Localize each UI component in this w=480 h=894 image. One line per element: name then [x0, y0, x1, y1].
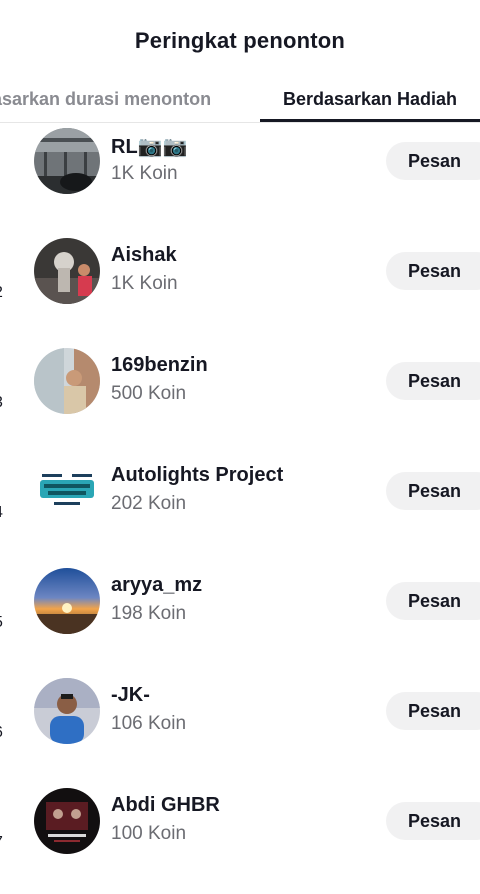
viewer-coins: 202 Koin [111, 493, 187, 514]
viewer-coins: 500 Koin [111, 383, 187, 404]
avatar[interactable] [34, 128, 100, 194]
avatar[interactable] [34, 678, 100, 744]
viewer-coins: 100 Koin [111, 823, 187, 844]
rank-number: 4 [0, 504, 3, 522]
message-button[interactable]: Pesan [386, 252, 480, 290]
avatar[interactable] [34, 458, 100, 524]
viewer-coins: 1K Koin [111, 273, 178, 294]
tab-watch-duration[interactable]: asarkan durasi menonton [0, 84, 211, 122]
message-button[interactable]: Pesan [386, 142, 480, 180]
viewer-name: RL📷📷 [111, 136, 188, 158]
message-button[interactable]: Pesan [386, 362, 480, 400]
page-title: Peringkat penonton [134, 28, 346, 53]
viewer-name: Aishak [111, 244, 177, 266]
tab-gifts[interactable]: Berdasarkan Hadiah [260, 84, 480, 122]
viewer-coins: 198 Koin [111, 603, 187, 624]
avatar[interactable] [34, 348, 100, 414]
message-button[interactable]: Pesan [386, 582, 480, 620]
viewer-name: Abdi GHBR [111, 794, 220, 816]
viewer-coins: 106 Koin [111, 713, 187, 734]
viewer-name: 169benzin [111, 354, 208, 376]
list-item[interactable]: RL📷📷 1K Koin Pesan [0, 124, 480, 234]
viewer-name: Autolights Project [111, 464, 284, 486]
rank-number: 5 [0, 614, 3, 632]
rank-number: 3 [0, 394, 3, 412]
list-item[interactable]: 3 169benzin 500 Koin Pesan [0, 344, 480, 454]
viewer-name: -JK- [111, 684, 150, 706]
rank-number: 2 [0, 284, 3, 302]
message-button[interactable]: Pesan [386, 802, 480, 840]
header: Peringkat penonton [0, 0, 480, 84]
avatar[interactable] [34, 568, 100, 634]
rank-number: 7 [0, 834, 3, 852]
rank-number: 6 [0, 724, 3, 742]
active-tab-indicator [260, 119, 480, 122]
tab-bar: asarkan durasi menonton Berdasarkan Hadi… [0, 84, 480, 123]
avatar[interactable] [34, 238, 100, 304]
message-button[interactable]: Pesan [386, 692, 480, 730]
list-item[interactable]: 5 aryya_mz 198 Koin Pesan [0, 564, 480, 674]
viewer-coins: 1K Koin [111, 163, 178, 184]
list-item[interactable]: 6 -JK- 106 Koin Pesan [0, 674, 480, 784]
viewer-name: aryya_mz [111, 574, 203, 596]
list-item[interactable]: 2 Aishak 1K Koin Pesan [0, 234, 480, 344]
list-item[interactable]: 4 Autolights Project 202 Koin Pesan [0, 454, 480, 564]
message-button[interactable]: Pesan [386, 472, 480, 510]
avatar[interactable] [34, 788, 100, 854]
list-item[interactable]: 7 Abdi GHBR 100 Koin Pesan [0, 784, 480, 894]
